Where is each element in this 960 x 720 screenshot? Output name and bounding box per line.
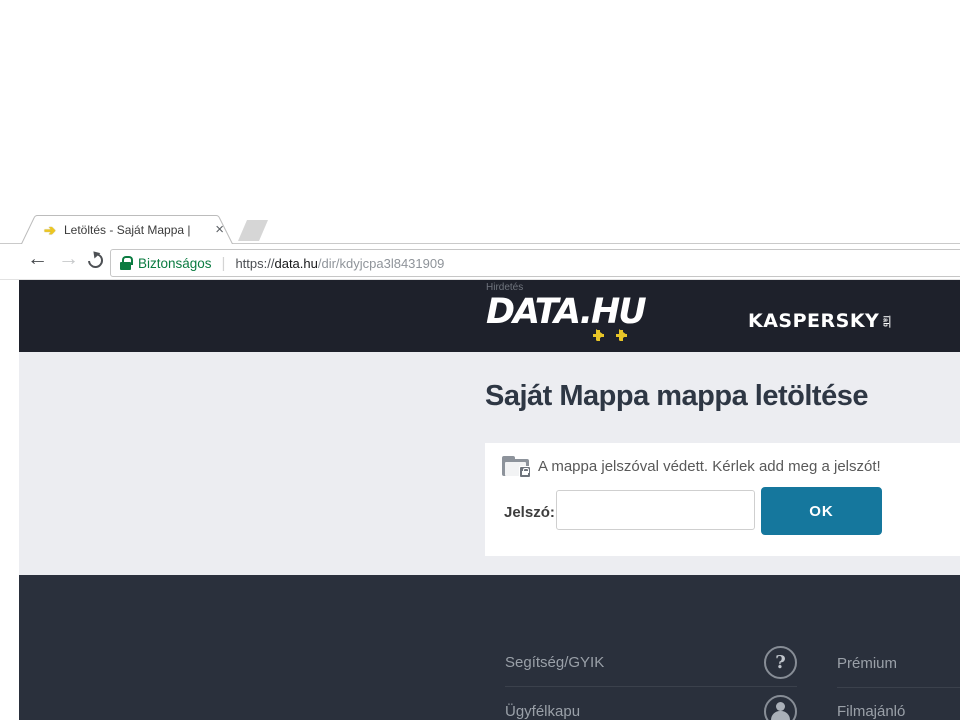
locked-folder-icon xyxy=(502,456,529,476)
footer-link-label: Prémium xyxy=(837,655,897,672)
footer-link-label: Segítség/GYIK xyxy=(505,654,604,671)
footer-link-account[interactable]: Ügyfélkapu xyxy=(505,687,797,720)
question-icon: ? xyxy=(764,646,797,679)
datahu-logo[interactable]: DATA.HU xyxy=(486,292,645,332)
tab-favicon-arrow-icon: ➔ xyxy=(44,221,56,239)
tab-title: Letöltés - Saját Mappa | D xyxy=(64,223,194,237)
browser-toolbar: ← → Biztonságos | https://data.hu/dir/kd… xyxy=(0,244,960,280)
footer-link-premium[interactable]: Prémium xyxy=(837,639,960,687)
kaspersky-logo[interactable]: KASPERSKY lab xyxy=(748,310,892,332)
page-title: Saját Mappa mappa letöltése xyxy=(485,380,868,413)
reload-icon[interactable] xyxy=(85,250,106,271)
address-bar[interactable]: Biztonságos | https://data.hu/dir/kdyjcp… xyxy=(110,249,960,277)
ok-button[interactable]: OK xyxy=(761,487,882,535)
url-host: data.hu xyxy=(274,256,317,271)
secure-lock-icon xyxy=(120,256,131,270)
footer-link-label: Ügyfélkapu xyxy=(505,703,580,720)
kaspersky-lab-text: lab xyxy=(882,315,891,327)
secure-label: Biztonságos xyxy=(138,256,212,271)
url-path: /dir/kdyjcpa3l8431909 xyxy=(318,256,444,271)
back-icon[interactable]: ← xyxy=(27,247,48,271)
new-tab-button[interactable] xyxy=(238,220,268,241)
footer-link-movies[interactable]: Filmajánló xyxy=(837,687,960,720)
footer-link-label: Filmajánló xyxy=(837,703,905,720)
site-footer: Segítség/GYIK ? Ügyfélkapu Prémium xyxy=(19,575,960,720)
kaspersky-logo-text: KASPERSKY xyxy=(748,310,879,332)
site-header: Hirdetés DATA.HU KASPERSKY lab xyxy=(19,280,960,352)
browser-tab[interactable]: ➔ Letöltés - Saját Mappa | D × xyxy=(20,215,234,245)
password-prompt-message: A mappa jelszóval védett. Kérlek add meg… xyxy=(538,458,881,475)
datahu-logo-arrows-icon xyxy=(593,329,633,342)
tab-close-icon[interactable]: × xyxy=(215,221,224,239)
footer-divider xyxy=(837,687,960,688)
password-input[interactable] xyxy=(556,490,755,530)
forward-icon: → xyxy=(58,247,79,271)
url-scheme: https:// xyxy=(235,256,274,271)
person-icon xyxy=(764,695,797,720)
footer-column-2: Prémium Filmajánló xyxy=(837,639,960,720)
password-label: Jelszó: xyxy=(504,504,555,521)
page-viewport: Hirdetés DATA.HU KASPERSKY lab Saját Map… xyxy=(19,280,960,720)
browser-window: ➔ Letöltés - Saját Mappa | D × ← → Bizto… xyxy=(0,0,960,720)
main-content: Saját Mappa mappa letöltése A mappa jels… xyxy=(19,352,960,575)
footer-link-help[interactable]: Segítség/GYIK ? xyxy=(505,639,797,687)
omnibox-separator: | xyxy=(222,255,226,272)
footer-column-1: Segítség/GYIK ? Ügyfélkapu xyxy=(505,639,797,720)
password-card: A mappa jelszóval védett. Kérlek add meg… xyxy=(485,443,960,556)
